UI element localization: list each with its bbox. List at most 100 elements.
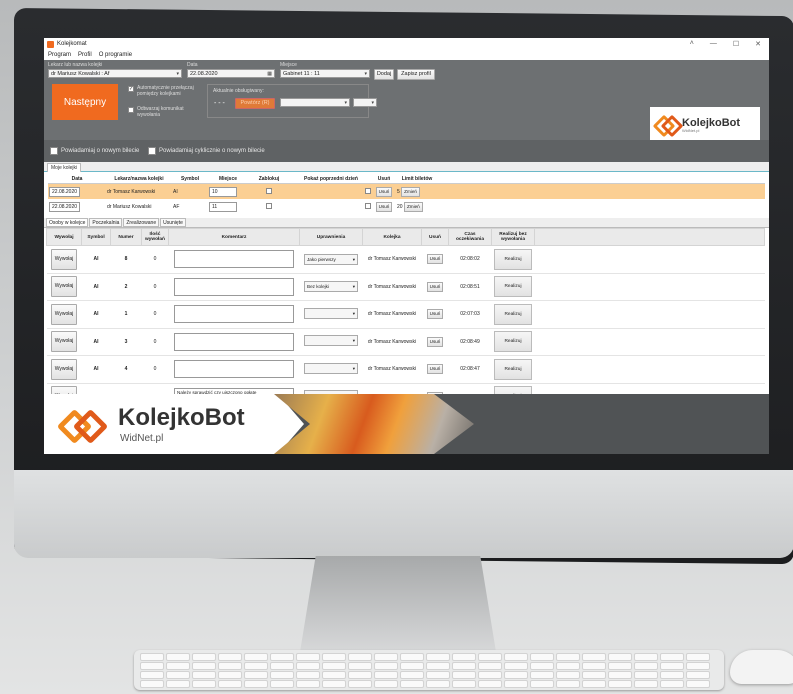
- keyboard-key: [504, 653, 528, 661]
- delete-person-button[interactable]: Usuń: [426, 281, 444, 292]
- place-value: Gabinet 11 : 11: [283, 71, 320, 77]
- col-symbol: Symbol: [81, 228, 111, 246]
- keyboard-key: [296, 653, 320, 661]
- comment-field[interactable]: [174, 360, 294, 379]
- priority-small-select[interactable]: ▾: [353, 98, 377, 107]
- privileges-select[interactable]: [304, 307, 358, 319]
- menu-profil[interactable]: Profil: [78, 52, 92, 58]
- queue-place[interactable]: 10: [209, 186, 237, 197]
- tab-deleted[interactable]: Usunięte: [160, 218, 186, 227]
- privileges-select[interactable]: Jako pierwszy: [304, 253, 358, 265]
- keyboard-key: [218, 653, 242, 661]
- delete-person-button[interactable]: Usuń: [426, 254, 444, 265]
- delete-person-button[interactable]: Usuń: [426, 309, 444, 320]
- realize-button[interactable]: Realizuj: [494, 248, 532, 270]
- mouse: [730, 650, 793, 684]
- keyboard-key: [400, 662, 424, 670]
- keyboard-key: [634, 653, 658, 661]
- collapse-icon[interactable]: ˄: [690, 40, 694, 48]
- table-row[interactable]: WywołajAI20 Bez kolejki dr Tomasz Karwowsk…: [46, 273, 765, 301]
- col-delete: Usuń: [372, 174, 396, 184]
- keyboard-key: [270, 662, 294, 670]
- keyboard-key: [192, 653, 216, 661]
- calendar-icon[interactable]: ▦: [267, 70, 272, 79]
- notify-cyclic-checkbox[interactable]: [148, 147, 156, 155]
- privileges-select[interactable]: [304, 335, 358, 347]
- keyboard-key: [608, 680, 632, 688]
- realize-button[interactable]: Realizuj: [494, 303, 532, 325]
- queues-panel: Data Lekarz/nazwa kolejki Symbol Miejsce…: [44, 172, 769, 222]
- change-limit-button[interactable]: Zmień: [403, 201, 423, 212]
- menu-about[interactable]: O programie: [99, 52, 132, 58]
- table-row[interactable]: WywołajAI10 dr Tomasz Karwowski Usuń 02:07:…: [46, 300, 765, 329]
- lock-checkbox[interactable]: [266, 187, 272, 194]
- menu-program[interactable]: Program: [48, 52, 71, 58]
- banner-photo: [274, 394, 474, 454]
- bottom-banner: KolejkoBot WidNet.pl: [44, 394, 769, 454]
- queue-date[interactable]: 22.08.2020: [49, 201, 81, 212]
- call-button[interactable]: Wywołaj: [50, 276, 78, 298]
- delete-queue-button[interactable]: Usuń: [375, 186, 393, 197]
- keyboard-key: [166, 680, 190, 688]
- banner-sub: WidNet.pl: [120, 433, 164, 444]
- save-profile-button[interactable]: Zapisz profil: [397, 69, 435, 80]
- tab-waiting-room[interactable]: Poczekalnia: [89, 218, 123, 227]
- tab-people-in-queue[interactable]: Osoby w kolejce: [46, 218, 89, 227]
- table-row[interactable]: WywołajAI30 dr Tomasz Karwowski Usuń 02:08:…: [46, 328, 765, 356]
- table-row[interactable]: WywołajAI40 dr Tomasz Karwowski Usuń 02:08:…: [46, 355, 765, 384]
- add-button[interactable]: Dodaj: [374, 69, 394, 80]
- chevron-down-icon: ▾: [344, 100, 347, 106]
- table-row[interactable]: WywołajAI80 Jako pierwszy dr Tomasz Karwow…: [46, 245, 765, 274]
- next-button[interactable]: Następny: [52, 84, 118, 120]
- keyboard-key: [452, 680, 476, 688]
- delete-queue-button[interactable]: Usuń: [375, 201, 393, 212]
- realize-button[interactable]: Realizuj: [494, 331, 532, 353]
- queue-date[interactable]: 22.08.2020: [49, 186, 81, 197]
- lock-checkbox[interactable]: [266, 202, 272, 209]
- prev-day-checkbox[interactable]: [365, 202, 371, 209]
- keyboard-key: [296, 680, 320, 688]
- call-button[interactable]: Wywołaj: [50, 331, 78, 353]
- maximize-icon[interactable]: ☐: [733, 40, 739, 48]
- keyboard-key: [426, 653, 450, 661]
- keyboard-key: [582, 671, 606, 679]
- auto-switch-checkbox[interactable]: ✓: [128, 86, 134, 92]
- comment-field[interactable]: [174, 332, 294, 351]
- realize-button[interactable]: Realizuj: [494, 358, 532, 380]
- date-picker[interactable]: 22.08.2020 ▦: [187, 69, 275, 78]
- prev-day-checkbox[interactable]: [365, 187, 371, 194]
- comment-field[interactable]: [174, 250, 294, 269]
- person-queue: dr Tomasz Karwowski: [362, 328, 422, 356]
- play-sound-label: Odtwarzaj komunikat wywołania: [137, 106, 184, 118]
- delete-person-button[interactable]: Usuń: [426, 336, 444, 347]
- repeat-button[interactable]: Powtórz (R): [235, 98, 275, 109]
- call-button[interactable]: Wywołaj: [50, 358, 78, 380]
- realize-button[interactable]: Realizuj: [494, 276, 532, 298]
- table-row[interactable]: 22.08.2020 dr Tomasz Karwowski AI 10 Usu…: [48, 183, 765, 199]
- comment-field[interactable]: [174, 305, 294, 324]
- call-button[interactable]: Wywołaj: [50, 303, 78, 325]
- tab-my-queues[interactable]: Moje kolejki: [47, 163, 82, 172]
- table-row[interactable]: 22.08.2020 dr Mariusz Kowalski AF 11 Usu…: [48, 199, 765, 214]
- doctor-select[interactable]: dr Mariusz Kowalski : Af ▾: [48, 69, 182, 78]
- queue-place[interactable]: 11: [209, 201, 237, 212]
- keyboard-key: [634, 662, 658, 670]
- priority-select[interactable]: ▾: [280, 98, 350, 107]
- keyboard-key: [322, 662, 346, 670]
- privileges-select[interactable]: [304, 362, 358, 374]
- privileges-select[interactable]: Bez kolejki: [304, 281, 358, 293]
- tab-completed[interactable]: Zrealizowane: [123, 218, 160, 227]
- delete-person-button[interactable]: Usuń: [426, 364, 444, 375]
- person-number: 4: [110, 355, 142, 384]
- close-icon[interactable]: ✕: [755, 40, 761, 48]
- keyboard-key: [686, 680, 710, 688]
- keyboard-key: [166, 662, 190, 670]
- comment-field[interactable]: [174, 277, 294, 296]
- play-sound-checkbox[interactable]: [128, 107, 134, 113]
- change-limit-button[interactable]: Zmień: [401, 186, 420, 197]
- place-select[interactable]: Gabinet 11 : 11 ▾: [280, 69, 370, 78]
- app-window: Kolejkomat ˄ — ☐ ✕ Program Profil O prog…: [44, 38, 769, 454]
- minimize-icon[interactable]: —: [710, 40, 717, 48]
- call-button[interactable]: Wywołaj: [50, 248, 78, 270]
- notify-new-checkbox[interactable]: [50, 147, 58, 155]
